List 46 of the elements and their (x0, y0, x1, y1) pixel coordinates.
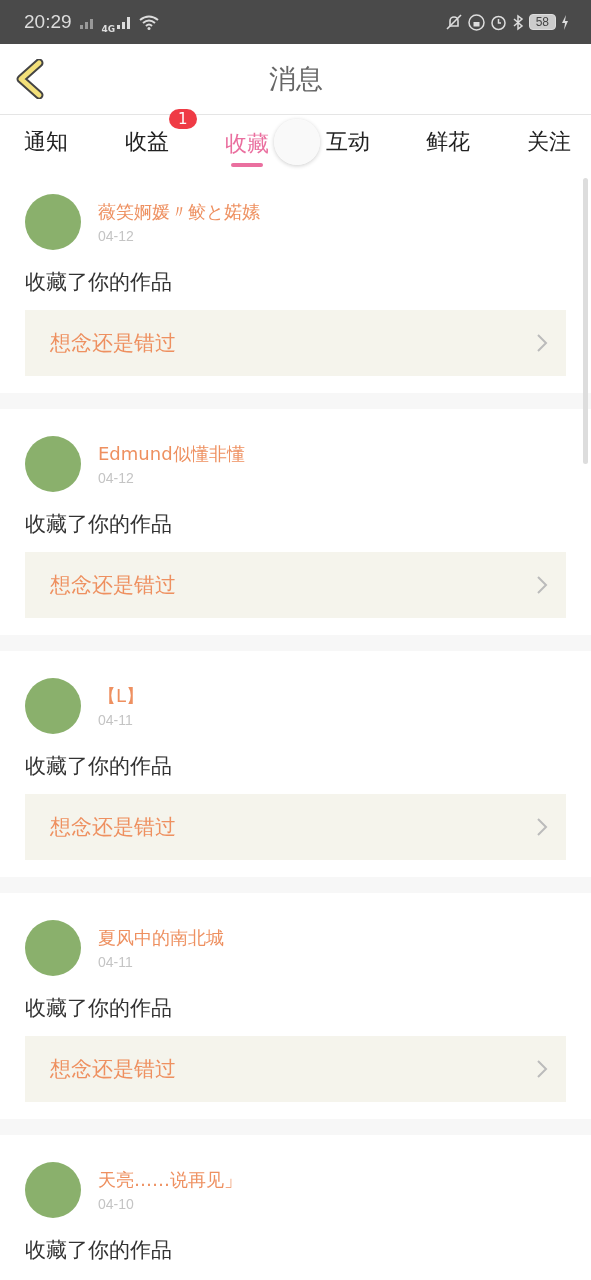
message-text: 收藏了你的作品 (25, 753, 173, 780)
tab[interactable]: 互动 (323, 117, 372, 163)
message-date: 04-11 (98, 954, 134, 970)
back-icon[interactable] (15, 59, 45, 99)
tab[interactable]: 鲜花 (424, 117, 473, 163)
chevron-right-icon (536, 575, 548, 595)
avatar-placeholder (25, 1162, 81, 1218)
bluetooth-icon (511, 13, 524, 31)
charging-icon (561, 14, 569, 30)
chevron-right-icon (536, 1059, 548, 1079)
battery-indicator: 58 (528, 14, 556, 30)
wifi-icon (139, 14, 160, 30)
network-label: 4G (101, 24, 116, 34)
user-name[interactable]: 天亮……说再见」 (98, 1168, 242, 1192)
message-date: 04-12 (98, 470, 135, 486)
avatar-placeholder (25, 194, 81, 250)
chevron-right-icon (536, 333, 548, 353)
tab[interactable]: 关注 (524, 117, 573, 163)
touch-indicator (274, 119, 320, 165)
avatar-placeholder (25, 920, 81, 976)
work-link[interactable]: 想念还是错过 (25, 1036, 566, 1102)
user-name[interactable]: 夏风中的南北城 (98, 926, 224, 950)
tab[interactable]: 收益 (122, 117, 171, 163)
work-link[interactable]: 想念还是错过 (25, 794, 566, 860)
work-link[interactable]: 想念还是错过 (25, 310, 566, 376)
message-date: 04-12 (98, 228, 135, 244)
user-name[interactable]: 【L】 (98, 684, 145, 708)
message-text: 收藏了你的作品 (25, 269, 173, 296)
mute-icon (444, 14, 463, 30)
avatar-placeholder (25, 678, 81, 734)
alarm-icon (489, 13, 507, 31)
count-badge: 1 (169, 109, 197, 129)
user-name[interactable]: 薇笑婀媛〃鲛と婼嫊 (98, 200, 260, 224)
status-time: 20:29 (24, 11, 72, 33)
message-date: 04-11 (98, 712, 134, 728)
message-date: 04-10 (98, 1196, 135, 1212)
message-text: 收藏了你的作品 (25, 1237, 173, 1264)
page-title: 消息 (268, 62, 323, 96)
message-text: 收藏了你的作品 (25, 995, 173, 1022)
user-name[interactable]: Edmund似懂非懂 (98, 442, 245, 466)
chevron-right-icon (536, 817, 548, 837)
tab[interactable]: 通知 (22, 117, 70, 163)
message-text: 收藏了你的作品 (25, 511, 173, 538)
work-link[interactable]: 想念还是错过 (25, 552, 566, 618)
lock-icon (467, 13, 485, 31)
avatar-placeholder (25, 436, 81, 492)
